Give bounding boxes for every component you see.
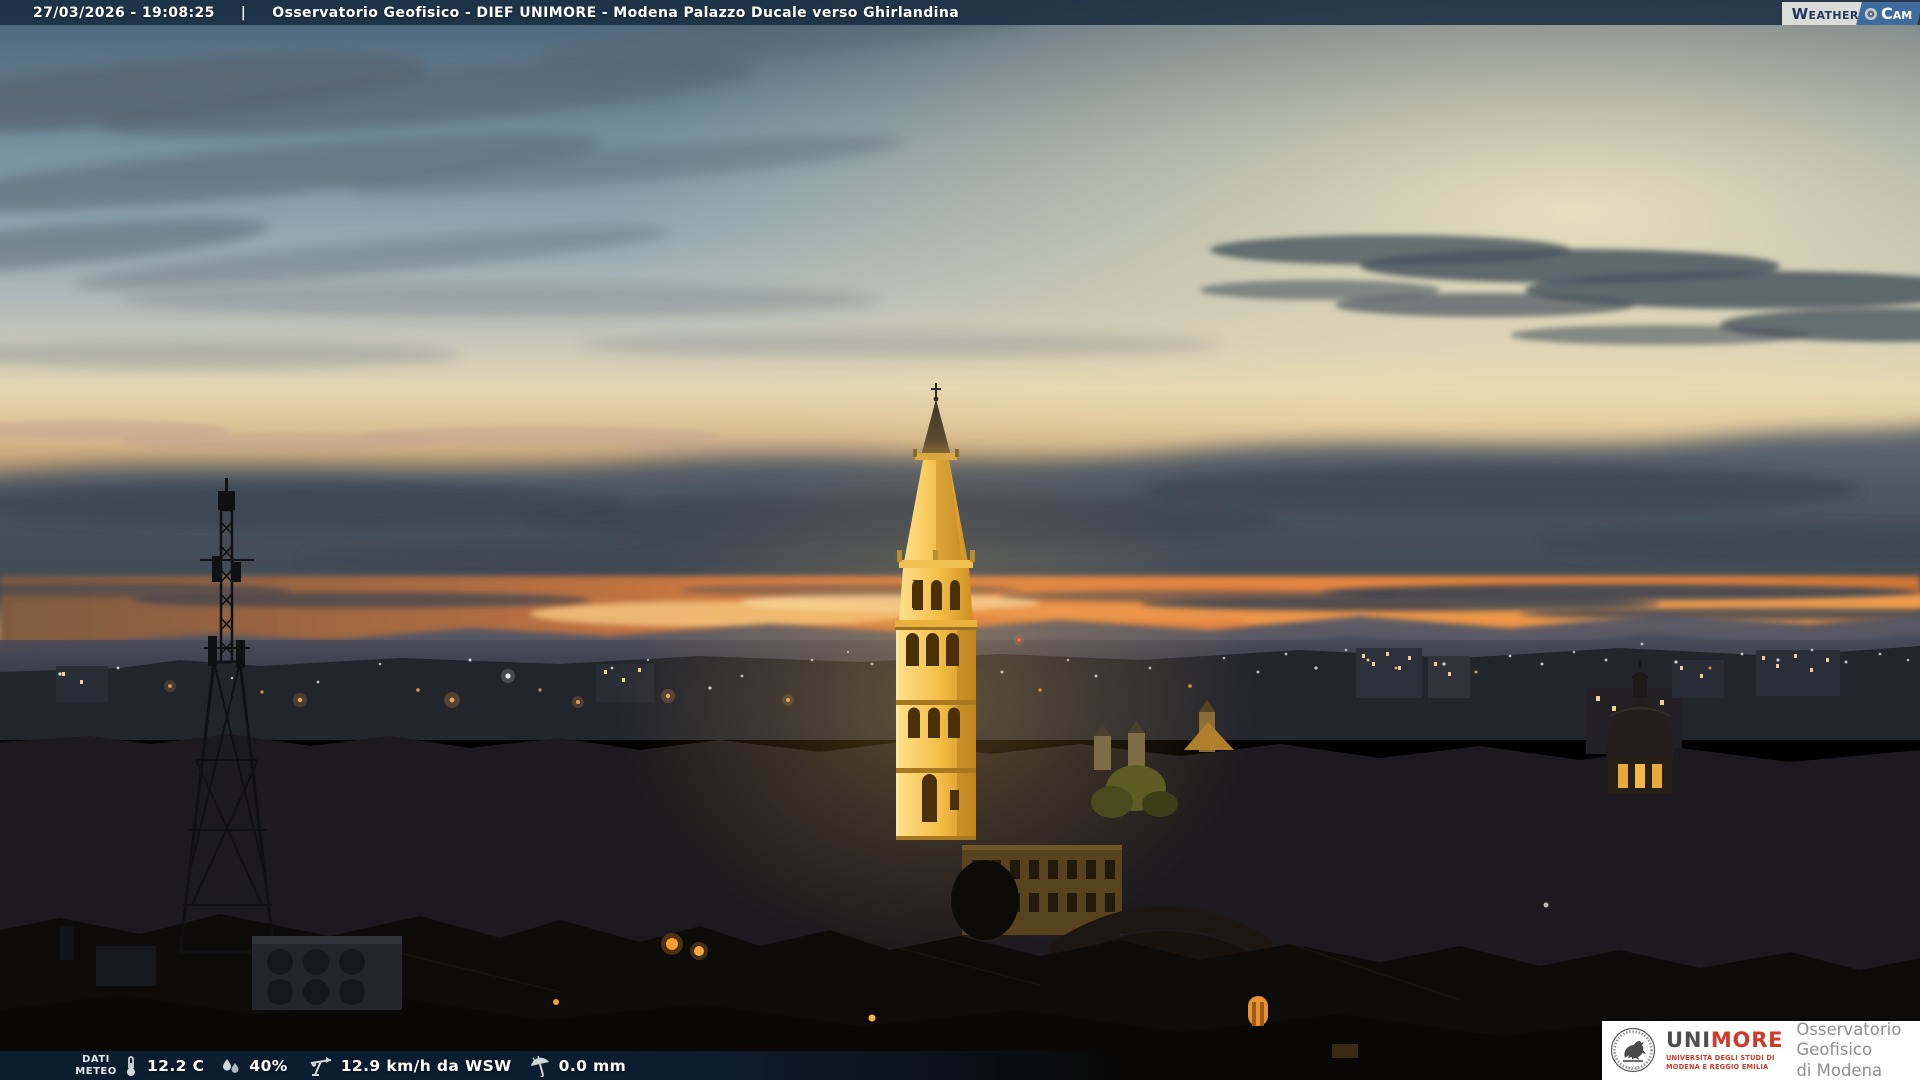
separator: | (241, 5, 247, 21)
rain-reading: 0.0 mm (528, 1055, 627, 1077)
weathercam-logo-weather: Weather (1782, 2, 1863, 25)
humidity-reading: 40% (220, 1056, 287, 1076)
thermometer-icon (122, 1055, 140, 1077)
weathercam-logo-cam-segment: Cam (1856, 2, 1920, 25)
timestamp: 27/03/2026 - 19:08:25 (33, 5, 215, 21)
wind-reading: 12.9 km/h da WSW (308, 1055, 512, 1077)
header-bar: 27/03/2026 - 19:08:25 | Osservatorio Geo… (0, 0, 1920, 25)
unimore-wordmark-block: UNIMORE UNIVERSITÀ DEGLI STUDI DI MODENA… (1666, 1030, 1783, 1070)
unimore-branding-box: 1175 UNIMORE UNIVERSITÀ DEGLI STUDI DI M… (1602, 1021, 1920, 1080)
temperature-reading: 12.2 C (122, 1055, 204, 1077)
webcam-frame: 27/03/2026 - 19:08:25 | Osservatorio Geo… (0, 0, 1920, 1080)
weathercam-logo: Weather Cam (1782, 2, 1920, 25)
camera-lens-icon (1865, 8, 1877, 20)
observatory-name: Osservatorio Geofisico di Modena (1796, 1020, 1920, 1080)
weathercam-logo-cam: Cam (1881, 4, 1912, 23)
unimore-wordmark: UNIMORE (1666, 1030, 1783, 1051)
unimore-subtitle: UNIVERSITÀ DEGLI STUDI DI MODENA E REGGI… (1666, 1054, 1783, 1070)
unimore-seal-icon: 1175 (1609, 1025, 1657, 1077)
webcam-title: Osservatorio Geofisico - DIEF UNIMORE - … (272, 5, 959, 21)
wind-vane-icon (308, 1055, 334, 1077)
svg-text:1175: 1175 (1627, 1067, 1638, 1072)
cityscape-photo (0, 0, 1920, 1080)
umbrella-icon (528, 1055, 552, 1077)
droplets-icon (220, 1056, 242, 1076)
